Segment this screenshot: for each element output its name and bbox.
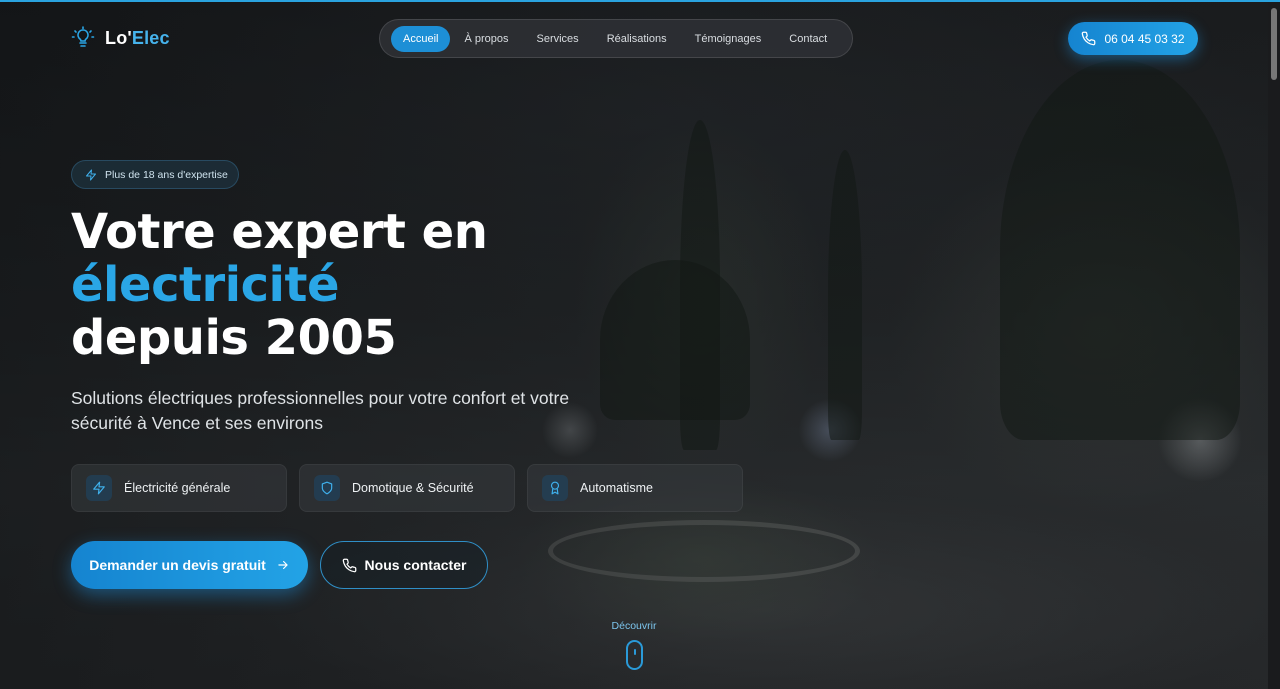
feature-card-automatisme: Automatisme — [527, 464, 743, 512]
scroll-mouse-icon[interactable] — [626, 640, 643, 670]
feature-label: Automatisme — [580, 481, 653, 495]
quote-request-button[interactable]: Demander un devis gratuit — [71, 541, 308, 589]
page-scrollbar[interactable] — [1268, 0, 1280, 689]
phone-number: 06 04 45 03 32 — [1104, 31, 1185, 46]
nav-item-services[interactable]: Services — [523, 26, 593, 52]
shield-icon — [314, 475, 340, 501]
tree-cluster — [1000, 60, 1240, 440]
main-navigation: Accueil À propos Services Réalisations T… — [379, 19, 853, 58]
feature-list: Électricité générale Domotique & Sécurit… — [71, 464, 743, 512]
phone-icon — [342, 558, 356, 572]
badge-text: Plus de 18 ans d'expertise — [105, 168, 228, 181]
nav-item-contact[interactable]: Contact — [775, 26, 841, 52]
hero-title-line3: depuis 2005 — [71, 310, 397, 366]
top-accent-line — [0, 0, 1280, 2]
discover-label: Découvrir — [611, 620, 657, 632]
quote-request-label: Demander un devis gratuit — [89, 557, 266, 573]
contact-button-label: Nous contacter — [364, 557, 467, 573]
phone-icon — [1082, 31, 1096, 46]
discover-link[interactable]: Découvrir — [594, 614, 674, 633]
header-phone-button[interactable]: 06 04 45 03 32 — [1068, 22, 1198, 55]
cypress-tree — [680, 120, 720, 450]
garden-bed — [548, 520, 860, 582]
feature-card-electricite: Électricité générale — [71, 464, 287, 512]
nav-item-temoignages[interactable]: Témoignages — [681, 26, 776, 52]
arrow-right-icon — [278, 560, 288, 570]
nav-item-a-propos[interactable]: À propos — [450, 26, 522, 52]
feature-label: Électricité générale — [124, 481, 231, 495]
scrollbar-thumb[interactable] — [1271, 8, 1277, 80]
brand-logo[interactable]: Lo'Elec — [71, 26, 170, 50]
shrub — [600, 260, 750, 420]
hero-title: Votre expert en électricité depuis 2005 — [71, 204, 488, 366]
hero-subtitle: Solutions électriques professionnelles p… — [71, 388, 570, 433]
hero-title-accent: électricité — [71, 257, 340, 313]
contact-button[interactable]: Nous contacter — [320, 541, 488, 589]
feature-label: Domotique & Sécurité — [352, 481, 474, 495]
nav-item-realisations[interactable]: Réalisations — [593, 26, 681, 52]
lightning-icon — [86, 169, 96, 180]
nav-item-accueil[interactable]: Accueil — [391, 25, 451, 52]
hero-title-line1: Votre expert en — [71, 204, 488, 260]
lightning-icon — [86, 475, 112, 501]
award-icon — [542, 475, 568, 501]
expertise-badge: Plus de 18 ans d'expertise — [71, 160, 239, 189]
brand-name: Lo'Elec — [105, 27, 170, 48]
feature-card-domotique: Domotique & Sécurité — [299, 464, 515, 512]
cypress-tree — [828, 150, 862, 440]
lightbulb-icon — [71, 26, 95, 47]
